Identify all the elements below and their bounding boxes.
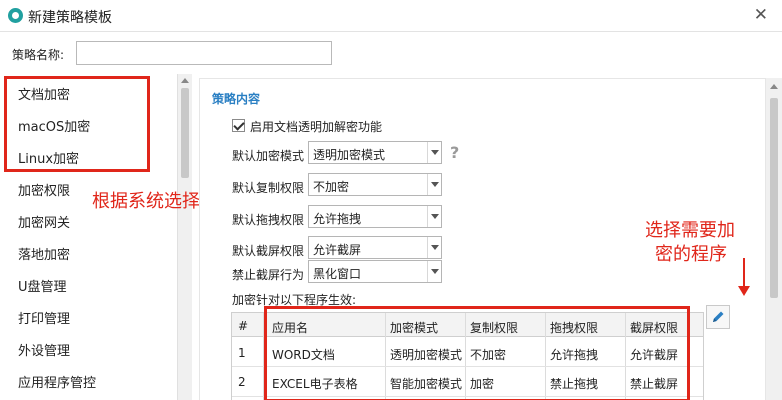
chevron-down-icon[interactable] bbox=[427, 174, 441, 195]
default-drag-permission-select[interactable]: 允许拖拽 bbox=[308, 205, 442, 228]
chevron-down-icon[interactable] bbox=[427, 261, 441, 282]
section-title: 策略内容 bbox=[212, 92, 261, 106]
edit-programs-button[interactable] bbox=[706, 305, 730, 329]
enable-checkbox-label: 启用文档透明加解密功能 bbox=[250, 120, 383, 134]
default-copy-permission-label: 默认复制权限 bbox=[232, 181, 305, 195]
forbid-screenshot-behavior-select[interactable]: 黑化窗口 bbox=[308, 260, 442, 283]
policy-name-input[interactable] bbox=[76, 41, 332, 65]
scroll-up-icon[interactable] bbox=[181, 78, 189, 83]
window-title: 新建策略模板 bbox=[28, 10, 112, 26]
default-screenshot-permission-select[interactable]: 允许截屏 bbox=[308, 236, 442, 259]
sidebar-item-app-control[interactable]: 应用程序管控 bbox=[18, 372, 96, 391]
select-value: 黑化窗口 bbox=[313, 267, 362, 281]
close-icon[interactable]: ✕ bbox=[754, 5, 768, 25]
annotation-box-system-items bbox=[4, 76, 150, 172]
column-header-index[interactable]: # bbox=[238, 319, 248, 333]
select-value: 允许截屏 bbox=[313, 243, 362, 257]
policy-name-label: 策略名称: bbox=[12, 48, 65, 62]
scrollbar-thumb[interactable] bbox=[181, 88, 189, 178]
enable-transparent-encrypt-checkbox[interactable] bbox=[232, 119, 245, 132]
sidebar-item-encrypt-permission[interactable]: 加密权限 bbox=[18, 180, 70, 199]
default-screenshot-permission-label: 默认截屏权限 bbox=[232, 244, 305, 258]
app-logo-icon bbox=[8, 8, 23, 23]
select-value: 透明加密模式 bbox=[313, 148, 386, 162]
annotation-arrow bbox=[743, 258, 745, 288]
sidebar-item-peripheral-management[interactable]: 外设管理 bbox=[18, 340, 70, 359]
pencil-icon bbox=[713, 311, 724, 322]
annotation-box-program-table bbox=[264, 306, 690, 400]
default-encrypt-mode-select[interactable]: 透明加密模式 bbox=[308, 141, 442, 164]
sidebar-item-print-management[interactable]: 打印管理 bbox=[18, 308, 70, 327]
default-drag-permission-label: 默认拖拽权限 bbox=[232, 213, 305, 227]
table-cell-index[interactable]: 1 bbox=[238, 346, 246, 360]
title-bar: 新建策略模板 ✕ bbox=[0, 0, 782, 32]
annotation-program-select-line2: 密的程序 bbox=[655, 244, 727, 265]
sidebar-scrollbar[interactable] bbox=[177, 74, 192, 400]
sidebar-item-usb-management[interactable]: U盘管理 bbox=[18, 276, 67, 295]
scroll-up-icon[interactable] bbox=[770, 84, 778, 89]
chevron-down-icon[interactable] bbox=[427, 206, 441, 227]
annotation-program-select-line1: 选择需要加 bbox=[645, 220, 735, 241]
sidebar-item-encrypt-gateway[interactable]: 加密网关 bbox=[18, 212, 70, 231]
chevron-down-icon[interactable] bbox=[427, 142, 441, 163]
scrollbar-thumb[interactable] bbox=[770, 98, 778, 298]
select-value: 不加密 bbox=[313, 180, 350, 194]
panel-scrollbar[interactable] bbox=[766, 78, 782, 400]
annotation-arrow-head-icon bbox=[738, 286, 750, 296]
chevron-down-icon[interactable] bbox=[427, 237, 441, 258]
forbid-screenshot-behavior-label: 禁止截屏行为 bbox=[232, 268, 305, 282]
annotation-system-select: 根据系统选择 bbox=[92, 191, 200, 212]
default-encrypt-mode-label: 默认加密模式 bbox=[232, 149, 305, 163]
question-icon[interactable]: ? bbox=[450, 143, 459, 162]
sidebar-item-landing-encrypt[interactable]: 落地加密 bbox=[18, 244, 70, 263]
default-copy-permission-select[interactable]: 不加密 bbox=[308, 173, 442, 196]
select-value: 允许拖拽 bbox=[313, 212, 362, 226]
table-cell-index[interactable]: 2 bbox=[238, 375, 246, 389]
